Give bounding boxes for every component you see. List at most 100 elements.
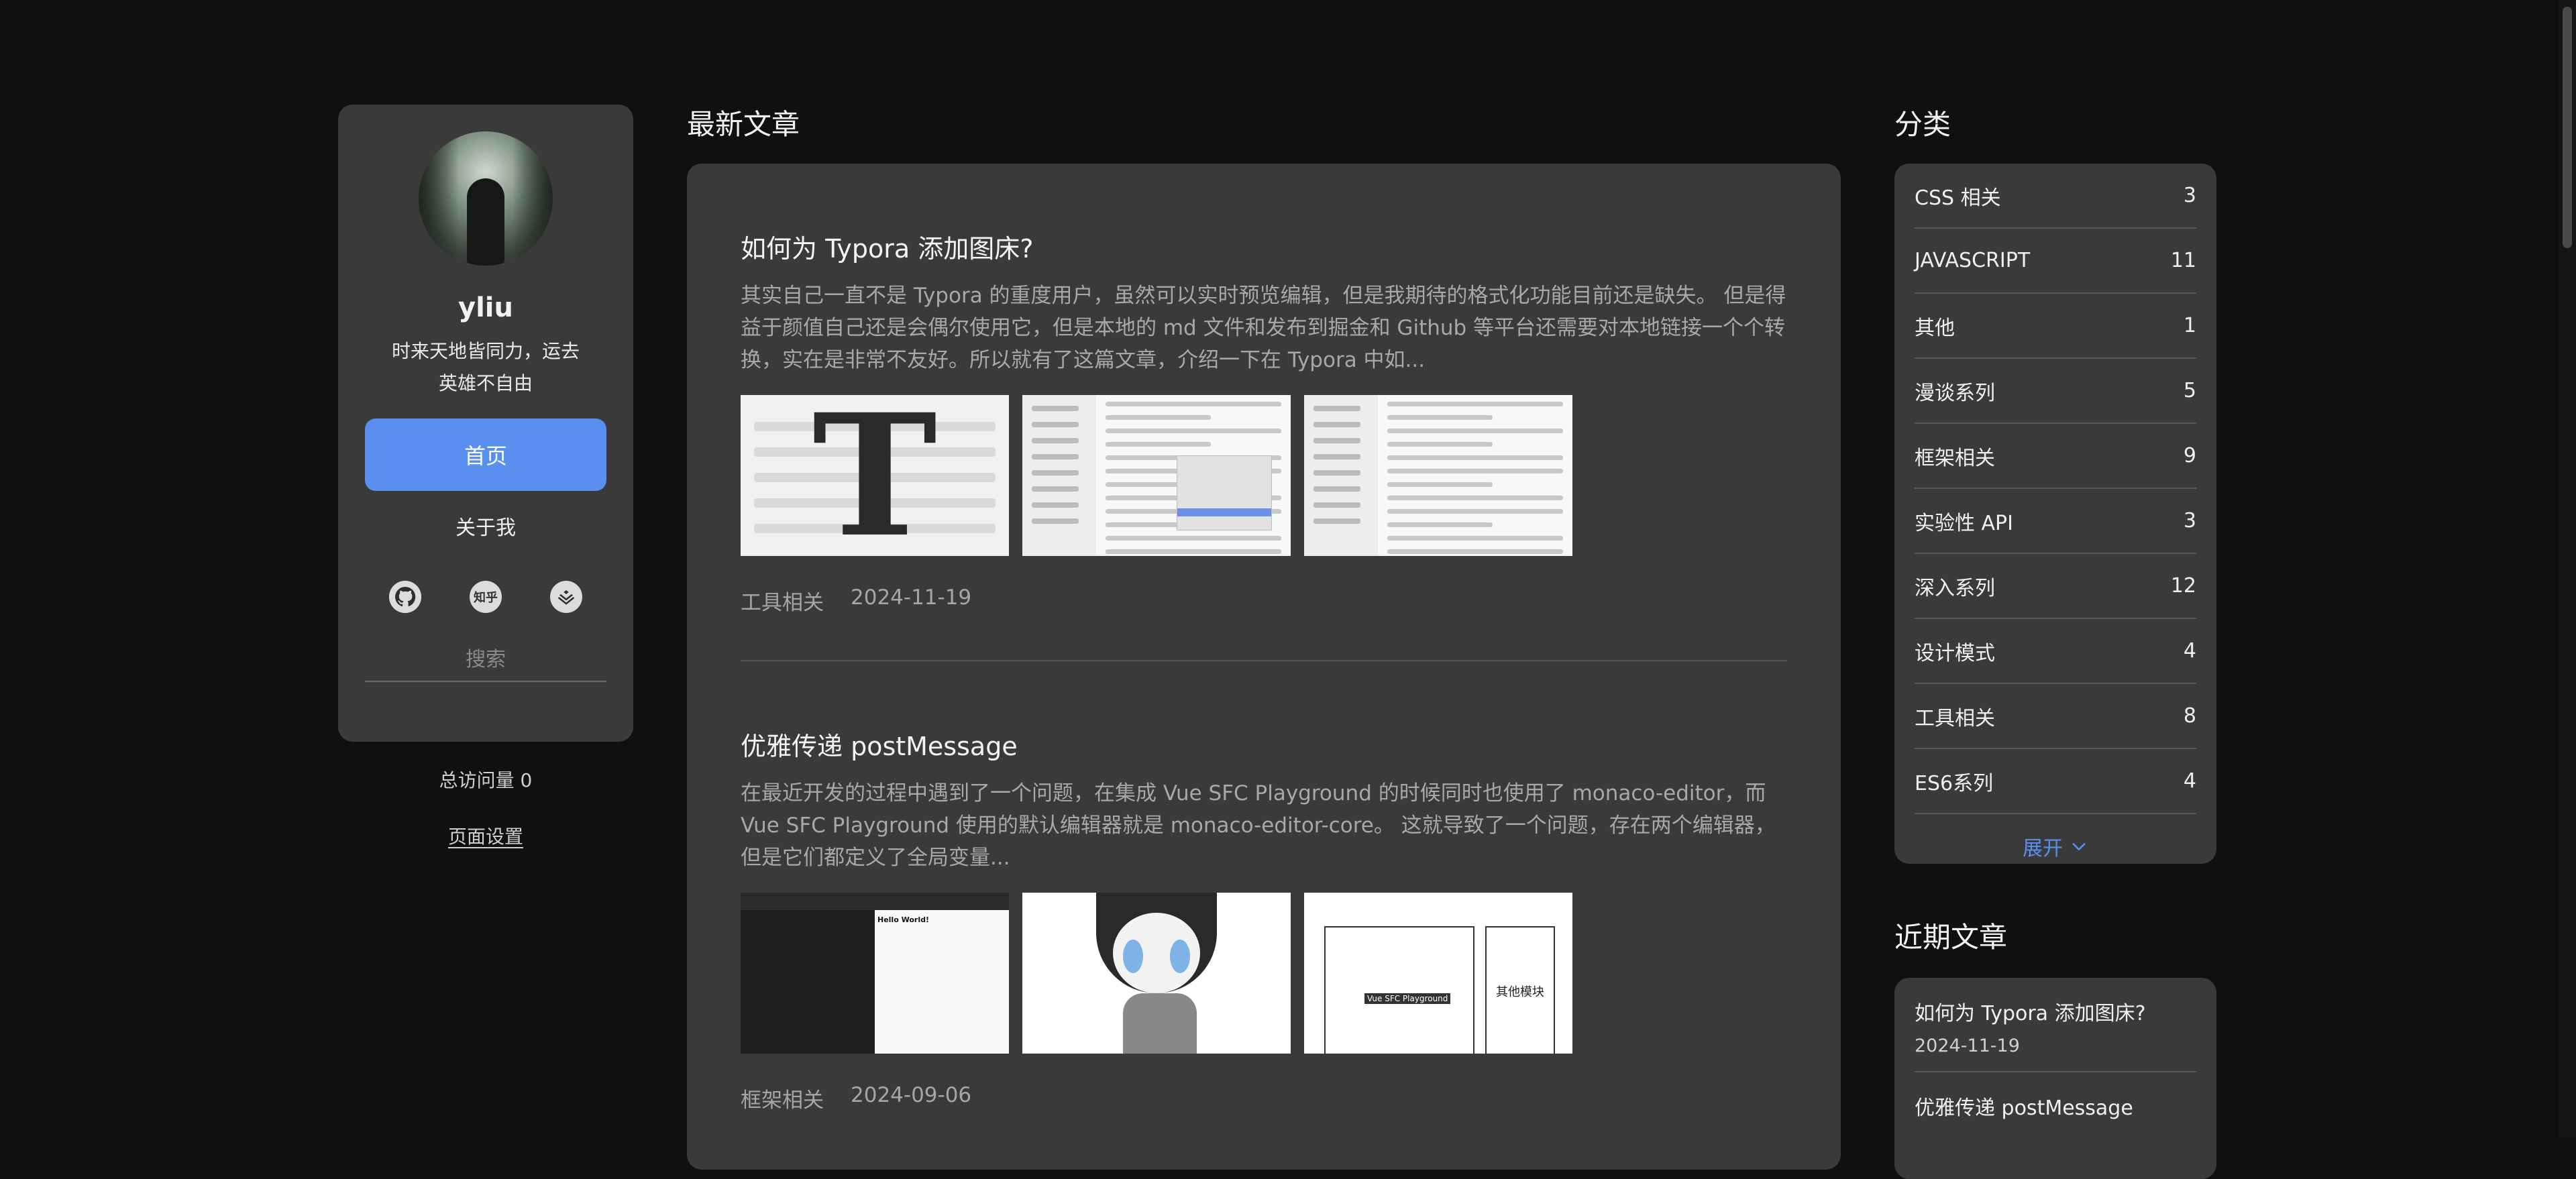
zhihu-icon-label: 知乎 [474,591,498,605]
recent-article-title: 优雅传递 postMessage [1915,1097,2133,1120]
category-item[interactable]: ES6系列 4 [1915,749,2196,814]
module-diagram-thumbnail[interactable]: Vue SFC Playground 其他模块 [1304,893,1572,1054]
avatar[interactable] [419,131,553,266]
thumbnail-preview-pane: Hello World! [875,910,1009,1054]
category-count: 3 [2183,184,2196,207]
categories-card: CSS 相关 3 JAVASCRIPT 11 其他 1 漫谈系列 5 框架相关 9 实验性 API 3… [1894,164,2216,864]
typora-logo-thumbnail[interactable]: T [741,395,1009,556]
crying-meme-thumbnail[interactable] [1022,893,1291,1054]
typora-t-icon: T [812,395,938,556]
thumbnail-dropdown [1177,455,1272,530]
category-name: 设计模式 [1915,641,1995,665]
category-item[interactable]: 实验性 API 3 [1915,489,2196,554]
meme-tear-right [1170,940,1190,973]
category-count: 4 [2183,769,2196,793]
diagram-box-playground [1324,926,1474,1054]
category-count: 3 [2183,509,2196,532]
settings-screenshot-thumbnail[interactable] [1022,395,1291,556]
article-meta: 工具相关 2024-11-19 [741,585,1787,616]
recent-articles-card: 如何为 Typora 添加图床? 2024-11-19 优雅传递 postMes… [1894,978,2216,1179]
recent-article-title: 如何为 Typora 添加图床? [1915,1002,2146,1025]
thumbnail-sidebar [1304,395,1378,556]
article-date: 2024-09-06 [851,1083,972,1107]
category-count: 4 [2183,639,2196,663]
expand-button[interactable]: 展开 [1915,814,2196,879]
meme-body [1123,993,1197,1054]
github-icon-svg [389,581,421,613]
article-meta: 框架相关 2024-09-06 [741,1083,1787,1113]
category-count: 1 [2183,314,2196,337]
home-button[interactable]: 首页 [365,418,606,491]
scrollbar-thumb[interactable] [2563,7,2572,248]
juejin-icon-svg [557,590,575,605]
category-count: 12 [2170,574,2196,598]
thumbnail-rows [1387,402,1563,556]
article-thumbnails: Hello World! Vue SFC Playground 其他模块 [741,893,1787,1054]
category-count: 5 [2183,379,2196,402]
meme-tear-left [1123,940,1143,973]
category-item[interactable]: 设计模式 4 [1915,619,2196,684]
expand-label: 展开 [2023,837,2063,860]
category-item[interactable]: 工具相关 8 [1915,684,2196,749]
category-item[interactable]: 框架相关 9 [1915,424,2196,489]
article-title[interactable]: 如何为 Typora 添加图床? [741,228,1787,265]
recent-article-item[interactable]: 优雅传递 postMessage [1915,1072,2196,1135]
visit-count: 总访问量 0 [439,769,533,791]
latest-articles-title: 最新文章 [687,108,800,141]
articles-card: 如何为 Typora 添加图床? 其实自己一直不是 Typora 的重度用户，虽… [687,164,1841,1170]
category-name: 其他 [1915,316,1955,340]
category-item[interactable]: 漫谈系列 5 [1915,359,2196,424]
settings-screenshot-thumbnail-2[interactable] [1304,395,1572,556]
avatar-figure [467,178,504,266]
avatar-tree-left [419,131,459,266]
thumbnail-dropdown-selected [1177,508,1271,516]
recent-articles-title: 近期文章 [1894,921,2008,954]
zhihu-icon[interactable]: 知乎 [470,581,502,613]
article-excerpt: 在最近开发的过程中遇到了一个问题，在集成 Vue SFC Playground … [741,781,1776,870]
diagram-box-other: 其他模块 [1485,926,1555,1054]
category-name: 框架相关 [1915,446,1995,470]
category-name: 实验性 API [1915,511,2013,535]
category-item[interactable]: CSS 相关 3 [1915,164,2196,229]
page-settings-link[interactable]: 页面设置 [338,822,633,849]
recent-article-item[interactable]: 如何为 Typora 添加图床? 2024-11-19 [1915,978,2196,1072]
social-links: 知乎 [389,581,582,613]
thumbnail-toolbar [741,893,1009,910]
category-name: 工具相关 [1915,706,1995,730]
category-name: JAVASCRIPT [1915,249,2031,272]
category-name: 深入系列 [1915,576,1995,600]
motto: 时来天地皆同力，运去英雄不自由 [391,340,580,394]
article-category[interactable]: 框架相关 [741,1083,824,1113]
username: yliu [458,292,513,323]
category-count: 9 [2183,444,2196,467]
thumbnail-sidebar [1022,395,1096,556]
code-editor-thumbnail[interactable]: Hello World! [741,893,1009,1054]
article-title[interactable]: 优雅传递 postMessage [741,726,1787,763]
about-link[interactable]: 关于我 [455,511,516,541]
chevron-down-icon [2072,843,2086,850]
profile-card: yliu 时来天地皆同力，运去英雄不自由 首页 关于我 知乎 [338,105,633,742]
category-name: ES6系列 [1915,771,1994,795]
category-name: CSS 相关 [1915,186,2001,210]
article-category[interactable]: 工具相关 [741,585,824,616]
category-item[interactable]: 其他 1 [1915,294,2196,359]
thumbnail-hello-text: Hello World! [877,915,929,924]
category-item[interactable]: 深入系列 12 [1915,554,2196,619]
category-list: CSS 相关 3 JAVASCRIPT 11 其他 1 漫谈系列 5 框架相关 9 实验性 API 3… [1915,164,2196,814]
article-thumbnails: T [741,395,1787,556]
category-count: 8 [2183,704,2196,728]
categories-title: 分类 [1894,108,1951,141]
recent-article-date: 2024-11-19 [1915,1035,2020,1056]
scrollbar-track[interactable] [2559,0,2576,1137]
category-item[interactable]: JAVASCRIPT 11 [1915,229,2196,294]
article-item: 优雅传递 postMessage 在最近开发的过程中遇到了一个问题，在集成 Vu… [741,726,1787,1113]
article-divider [741,660,1787,661]
juejin-icon[interactable] [550,581,582,613]
article-date: 2024-11-19 [851,585,972,610]
github-icon[interactable] [389,581,421,613]
diagram-label-playground: Vue SFC Playground [1364,993,1451,1004]
category-name: 漫谈系列 [1915,381,1995,405]
article-excerpt: 其实自己一直不是 Typora 的重度用户，虽然可以实时预览编辑，但是我期待的格… [741,284,1786,372]
article-item: 如何为 Typora 添加图床? 其实自己一直不是 Typora 的重度用户，虽… [741,228,1787,616]
search-input[interactable] [365,642,606,682]
